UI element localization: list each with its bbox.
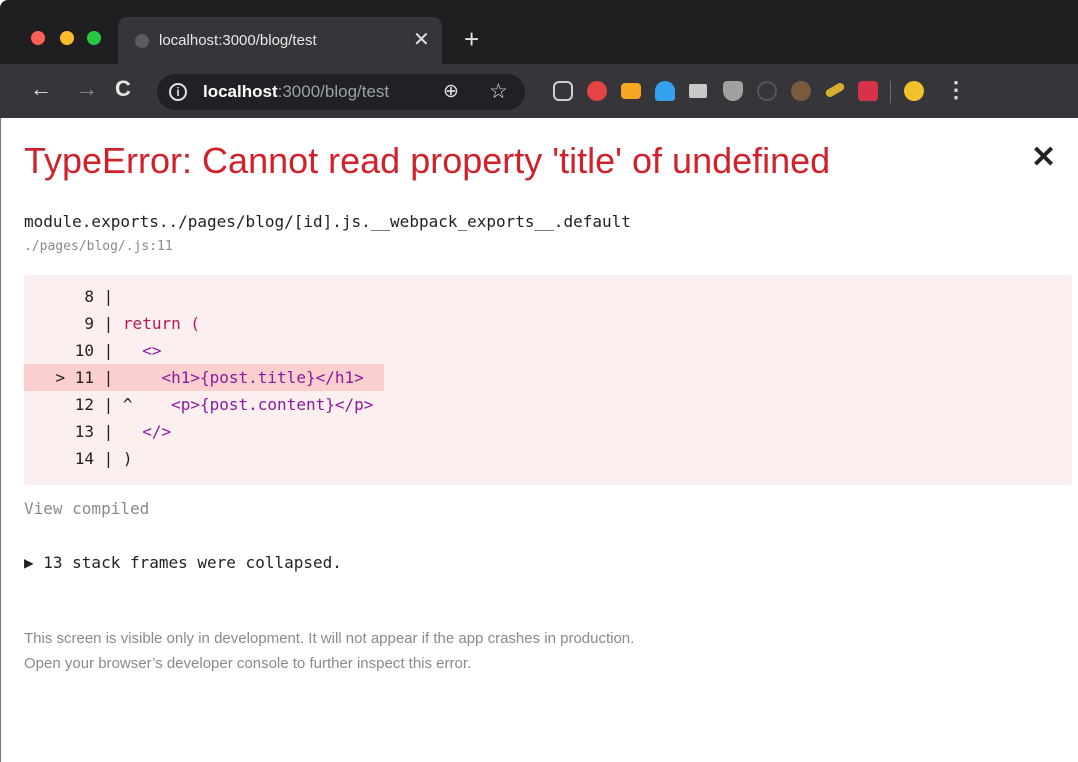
code-text: <p>{post.content}</p> (132, 395, 374, 414)
info-extension-icon[interactable] (757, 81, 777, 101)
new-tab-icon[interactable]: + (464, 26, 479, 52)
url-path: :3000/blog/test (277, 82, 390, 101)
puzzle-extension-icon[interactable] (858, 81, 878, 101)
overlay-footer: This screen is visible only in developme… (24, 626, 634, 676)
tab-close-icon[interactable]: ✕ (413, 30, 430, 50)
close-overlay-icon[interactable]: ✕ (1031, 143, 1056, 173)
footer-line: Open your browser’s developer console to… (24, 655, 472, 672)
code-text: <h1>{post.title}</h1> (122, 368, 364, 387)
browser-toolbar: ← → C i localhost:3000/blog/test ⊕ ☆ ⋮ (0, 64, 1078, 118)
toolbar-divider (890, 81, 891, 103)
error-overlay: TypeError: Cannot read property 'title' … (0, 118, 1078, 762)
code-line-highlighted: > 11 | <h1>{post.title}</h1> (24, 364, 384, 391)
line-number: 13 (74, 422, 94, 441)
collapsed-frames-toggle[interactable]: ▶ 13 stack frames were collapsed. (24, 553, 342, 572)
back-icon[interactable]: ← (30, 76, 52, 102)
stack-frame-function: module.exports../pages/blog/[id].js.__we… (24, 212, 631, 231)
wallet-icon[interactable] (621, 83, 641, 99)
profile-avatar-icon[interactable] (904, 81, 924, 101)
forward-icon[interactable]: → (76, 76, 98, 102)
line-number: 14 (74, 449, 94, 468)
code-line: 13 | </> (24, 418, 384, 445)
minimize-window-button[interactable] (60, 31, 74, 45)
code-text: ) (122, 449, 133, 468)
maximize-window-button[interactable] (87, 31, 101, 45)
code-text: </> (122, 422, 172, 441)
footer-line: This screen is visible only in developme… (24, 630, 635, 647)
code-line: 8 | (24, 283, 384, 310)
code-snippet: 8 | 9 | return ( 10 | <> > 11 | <h1>{pos… (24, 275, 1072, 485)
line-number: > 11 (55, 368, 94, 387)
url-host: localhost (203, 82, 278, 101)
address-bar[interactable]: i localhost:3000/blog/test ⊕ ☆ (157, 74, 525, 110)
view-compiled-toggle[interactable]: View compiled (24, 499, 149, 518)
reader-icon[interactable] (689, 84, 707, 98)
globe-icon (135, 34, 149, 48)
css-peeper-icon[interactable] (824, 81, 846, 99)
ublock-icon[interactable] (723, 81, 743, 101)
line-number: 12 (74, 395, 94, 414)
url-text[interactable]: localhost:3000/blog/test (203, 82, 389, 102)
browser-tab[interactable]: localhost:3000/blog/test ✕ (118, 17, 442, 64)
brave-shield-icon[interactable] (587, 81, 607, 101)
line-number: 9 (84, 314, 94, 333)
pocket-icon[interactable] (553, 81, 573, 101)
code-line: 14 | ) (24, 445, 384, 472)
bookmark-star-icon[interactable]: ☆ (489, 79, 508, 104)
ghostery-icon[interactable] (655, 81, 675, 101)
browser-menu-icon[interactable]: ⋮ (945, 77, 967, 103)
tab-title: localhost:3000/blog/test (159, 32, 317, 49)
code-text: <> (122, 341, 162, 360)
code-text: return ( (122, 314, 200, 333)
code-line: 12 | ^ <p>{post.content}</p> (24, 391, 384, 418)
site-info-icon[interactable]: i (169, 83, 187, 101)
error-title: TypeError: Cannot read property 'title' … (24, 140, 831, 181)
code-line: 9 | return ( (24, 310, 384, 337)
line-number: 8 (84, 287, 94, 306)
cookie-icon[interactable] (791, 81, 811, 101)
line-number: 10 (74, 341, 94, 360)
stack-frame-file[interactable]: ./pages/blog/.js:11 (24, 239, 173, 254)
code-line: 10 | <> (24, 337, 384, 364)
browser-tab-bar: localhost:3000/blog/test ✕ + (0, 0, 1078, 74)
reload-icon[interactable]: C (115, 76, 131, 102)
close-window-button[interactable] (31, 31, 45, 45)
zoom-icon[interactable]: ⊕ (443, 80, 459, 103)
